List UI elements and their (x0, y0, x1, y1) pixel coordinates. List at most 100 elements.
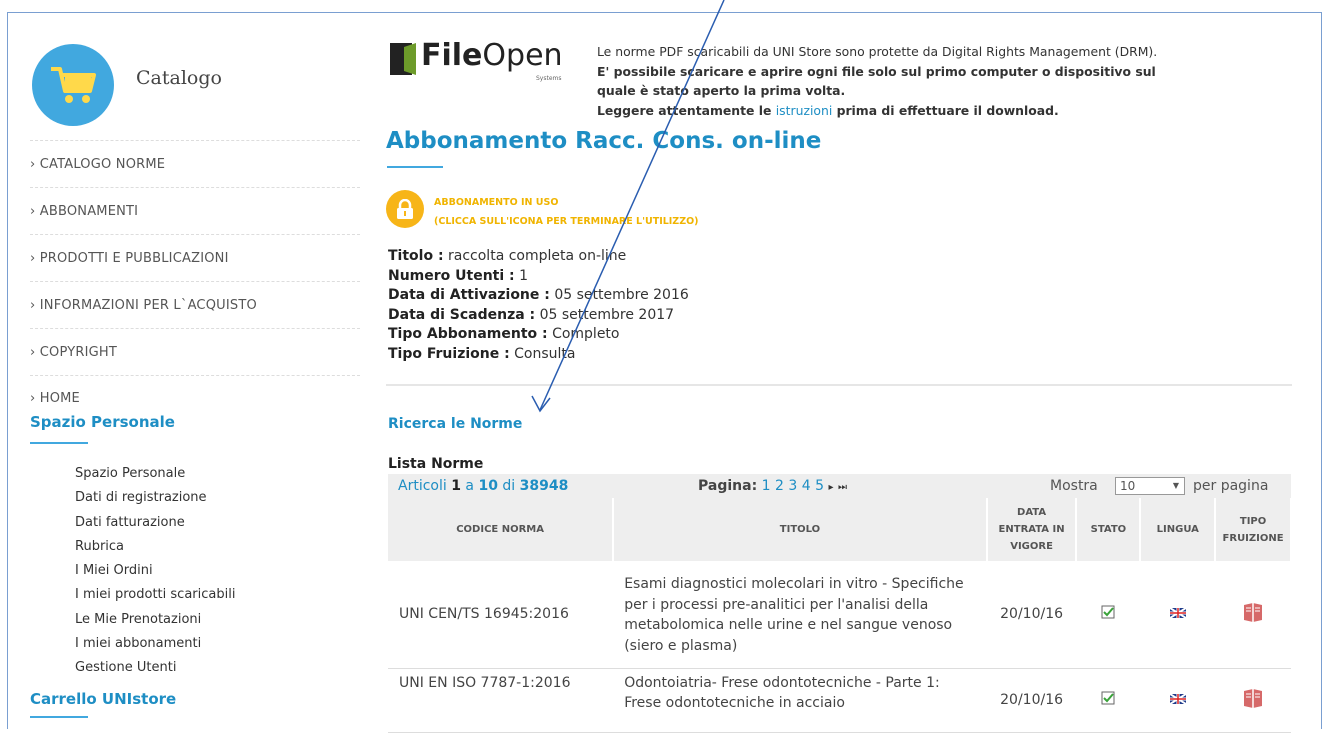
personal-menu: Spazio Personale Dati di registrazione D… (75, 462, 235, 681)
col-stato: STATO (1076, 498, 1142, 561)
personal-title-underline (30, 442, 88, 444)
menu-spazio-personale[interactable]: Spazio Personale (75, 462, 235, 486)
lock-icon[interactable] (386, 190, 424, 228)
detail-value: 05 settembre 2017 (539, 306, 675, 323)
cart-section-title[interactable]: Carrello UNIstore (30, 690, 176, 708)
drm-line-2: E' possibile scaricare e aprire ogni fil… (597, 63, 1156, 79)
language-cell (1140, 668, 1216, 733)
menu-gestione-utenti[interactable]: Gestione Utenti (75, 656, 235, 680)
status-cell (1076, 668, 1141, 733)
page-link-3[interactable]: 3 (788, 478, 797, 494)
menu-rubrica[interactable]: Rubrica (75, 535, 235, 559)
norm-code-link[interactable]: UNI EN ISO 7787-1:2016 (388, 668, 614, 733)
subscription-details: Titolo : raccolta completa on-line Numer… (388, 247, 689, 364)
di-label: di (497, 478, 520, 494)
norm-title: Esami diagnostici molecolari in vitro - … (613, 561, 987, 669)
search-norms-link[interactable]: Ricerca le Norme (388, 416, 522, 432)
consult-book-icon[interactable] (1242, 601, 1264, 623)
cart-title-underline (30, 716, 88, 718)
uk-flag-icon (1169, 693, 1187, 705)
detail-label: Tipo Fruizione : (388, 345, 510, 362)
menu-abbonamenti[interactable]: I miei abbonamenti (75, 632, 235, 656)
divider (386, 384, 1292, 386)
norms-table: CODICE NORMA TITOLO DATA ENTRATA IN VIGO… (388, 498, 1292, 733)
personal-section-title: Spazio Personale (30, 413, 175, 431)
page-nav: Pagina: 1 2 3 4 5 ▸ ⏭ (698, 478, 847, 494)
title-underline (387, 166, 443, 168)
page-link-2[interactable]: 2 (775, 478, 784, 494)
detail-value: 1 (519, 267, 529, 284)
menu-prodotti-scaricabili[interactable]: I miei prodotti scaricabili (75, 583, 235, 607)
page-link-1[interactable]: 1 (762, 478, 771, 494)
fileopen-logo-icon (390, 43, 416, 75)
list-title: Lista Norme (388, 456, 484, 472)
status-check-icon (1101, 605, 1115, 619)
istruzioni-link[interactable]: istruzioni (776, 103, 833, 118)
to-value: 10 (478, 478, 498, 494)
per-page-value: 10 (1120, 479, 1136, 493)
language-cell (1140, 561, 1216, 669)
per-pagina-label: per pagina (1193, 478, 1269, 494)
detail-value: raccolta completa on-line (448, 248, 627, 264)
col-data[interactable]: DATA ENTRATA IN VIGORE (986, 498, 1078, 561)
brand-bold: File (421, 38, 483, 73)
norm-title: Odontoiatria- Frese odontotecniche - Par… (613, 668, 987, 733)
sidebar-nav: › CATALOGO NORME › ABBONAMENTI › PRODOTT… (30, 140, 360, 420)
consult-book-icon[interactable] (1242, 687, 1264, 709)
pagina-label: Pagina: (698, 478, 758, 494)
col-titolo[interactable]: TITOLO (613, 498, 988, 561)
page-title: Abbonamento Racc. Cons. on-line (386, 128, 822, 154)
chevron-down-icon: ▼ (1172, 481, 1179, 490)
nav-prodotti[interactable]: › PRODOTTI E PUBBLICAZIONI (30, 234, 360, 281)
fruition-cell (1215, 668, 1291, 733)
catalog-logo[interactable] (32, 44, 114, 126)
articoli-label: Articoli (398, 478, 452, 494)
nav-catalogo-norme[interactable]: › CATALOGO NORME (30, 140, 360, 187)
col-tipo: TIPO FRUIZIONE (1215, 498, 1292, 561)
menu-dati-registrazione[interactable]: Dati di registrazione (75, 486, 235, 510)
table-row: UNI EN ISO 7787-1:2016 Odontoiatria- Fre… (388, 668, 1291, 733)
next-page-icon[interactable]: ▸ (829, 482, 834, 493)
detail-label: Data di Attivazione : (388, 287, 550, 303)
total-value: 38948 (519, 478, 569, 494)
nav-copyright[interactable]: › COPYRIGHT (30, 328, 360, 375)
col-lingua: LINGUA (1140, 498, 1217, 561)
detail-label: Data di Scadenza : (388, 306, 536, 323)
drm-line-3: quale è stato aperto la prima volta. (597, 83, 846, 98)
from-value: 1 (451, 478, 461, 494)
norm-code-link[interactable]: UNI CEN/TS 16945:2016 (388, 561, 614, 669)
brand-sub: Systems (536, 75, 562, 82)
last-page-icon[interactable]: ⏭ (838, 482, 847, 493)
detail-label: Titolo : (388, 248, 444, 264)
pagination-bar: Articoli 1 a 10 di 38948 Pagina: 1 2 3 4… (388, 474, 1291, 498)
table-row: UNI CEN/TS 16945:2016 Esami diagnostici … (388, 561, 1291, 669)
fileopen-brand: FileOpen (421, 38, 563, 73)
brand-light: Open (482, 38, 563, 73)
status-cell (1076, 561, 1141, 669)
page-link-4[interactable]: 4 (802, 478, 811, 494)
nav-informazioni[interactable]: › INFORMAZIONI PER L`ACQUISTO (30, 281, 360, 328)
col-codice[interactable]: CODICE NORMA (388, 498, 615, 561)
drm-line-1: Le norme PDF scaricabili da UNI Store so… (597, 44, 1158, 59)
detail-value: Completo (552, 326, 620, 342)
subscription-status: ABBONAMENTO IN USO (CLICCA SULL'ICONA PE… (434, 193, 699, 231)
page-link-5[interactable]: 5 (815, 478, 824, 494)
logo-text: Catalogo (136, 67, 222, 89)
per-page-select[interactable]: 10 ▼ (1115, 477, 1185, 495)
status-line-2: (CLICCA SULL'ICONA PER TERMINARE L'UTILI… (434, 216, 699, 227)
nav-abbonamenti[interactable]: › ABBONAMENTI (30, 187, 360, 234)
menu-dati-fatturazione[interactable]: Dati fatturazione (75, 511, 235, 535)
uk-flag-icon (1169, 607, 1187, 620)
a-label: a (460, 478, 479, 494)
detail-label: Numero Utenti : (388, 267, 515, 284)
mostra-label: Mostra (1050, 478, 1098, 494)
drm-line-4-post: prima di effettuare il download. (832, 102, 1059, 118)
menu-miei-ordini[interactable]: I Miei Ordini (75, 559, 235, 583)
article-count: Articoli 1 a 10 di 38948 (398, 478, 568, 494)
drm-notice: Le norme PDF scaricabili da UNI Store so… (597, 42, 1317, 120)
status-check-icon (1101, 691, 1115, 705)
detail-label: Tipo Abbonamento : (388, 326, 548, 342)
detail-value: Consulta (514, 345, 576, 362)
menu-prenotazioni[interactable]: Le Mie Prenotazioni (75, 608, 235, 632)
norm-date: 20/10/16 (986, 561, 1077, 669)
